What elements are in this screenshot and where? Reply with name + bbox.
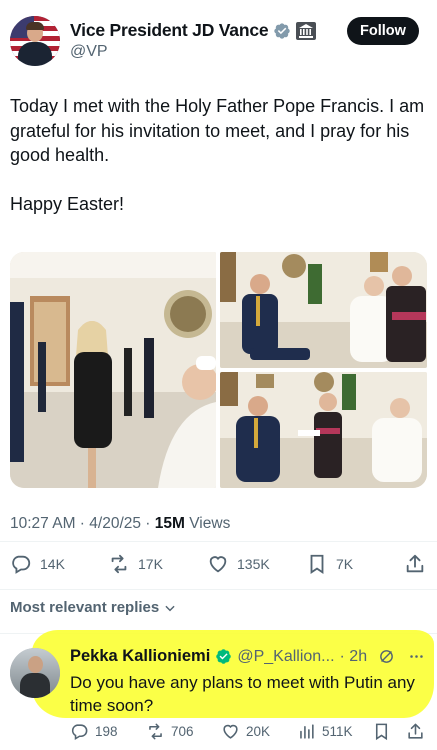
- replies-sort-dropdown[interactable]: Most relevant replies: [10, 599, 177, 616]
- verified-badge-icon[interactable]: [273, 22, 291, 40]
- reply-bookmark-button[interactable]: [372, 722, 391, 741]
- reply-icon: [71, 724, 88, 741]
- reply-views-count: 511K: [322, 724, 353, 739]
- bookmark-icon: [375, 723, 388, 741]
- post-views-count: 15M: [154, 515, 185, 532]
- share-icon: [406, 554, 424, 573]
- post-date[interactable]: 4/20/25: [89, 515, 141, 532]
- reply-repost-button[interactable]: 706: [146, 722, 194, 741]
- reply-icon: [12, 555, 31, 574]
- reply-time[interactable]: · 2h: [340, 648, 368, 666]
- follow-button[interactable]: Follow: [347, 17, 419, 45]
- post-actions: 14K 17K 135K 7K: [0, 553, 437, 577]
- share-icon: [408, 723, 423, 739]
- post-photo-3[interactable]: [220, 372, 427, 488]
- chevron-down-icon: [165, 605, 175, 611]
- divider-top: [0, 541, 437, 542]
- photo-2-scene: [220, 252, 427, 368]
- post-text: Today I met with the Holy Father Pope Fr…: [10, 96, 425, 214]
- repost-icon: [149, 723, 162, 740]
- reply-avatar-body: [20, 673, 50, 698]
- replies-sort-label: Most relevant replies: [10, 599, 160, 616]
- divider-mid: [0, 589, 437, 590]
- bookmark-button[interactable]: 7K: [306, 553, 353, 575]
- reply-text: Do you have any plans to meet with Putin…: [70, 673, 415, 715]
- avatar-suit: [18, 42, 52, 66]
- post-meta: 10:27 AM · 4/20/25 · 15M Views: [10, 515, 230, 533]
- reply-views-button[interactable]: 511K: [297, 722, 353, 741]
- like-icon: [209, 556, 227, 573]
- reply-button[interactable]: 14K: [10, 553, 65, 575]
- reply-like-count: 20K: [246, 724, 271, 739]
- author-name-row: Vice President JD Vance: [70, 20, 317, 41]
- reply-actions: 198 706 20K 511K: [0, 722, 437, 744]
- post-photo-2[interactable]: [220, 252, 427, 368]
- author-avatar[interactable]: [10, 16, 60, 66]
- repost-icon: [111, 554, 127, 574]
- reply-repost-count: 706: [171, 724, 194, 739]
- share-button[interactable]: [404, 553, 426, 575]
- reply-author-name[interactable]: Pekka Kallioniemi: [70, 647, 210, 666]
- like-icon: [223, 724, 238, 739]
- photo-1-scene: [10, 252, 216, 488]
- reply-share-button[interactable]: [406, 722, 425, 741]
- photo-3-scene: [220, 372, 427, 488]
- repost-button[interactable]: 17K: [108, 553, 163, 575]
- reply-reply-count: 198: [95, 724, 118, 739]
- repost-count: 17K: [138, 556, 163, 572]
- author-name[interactable]: Vice President JD Vance: [70, 20, 269, 41]
- post-photo-1[interactable]: [10, 252, 216, 488]
- reply-like-button[interactable]: 20K: [221, 722, 270, 741]
- post-time[interactable]: 10:27 AM: [10, 515, 76, 532]
- reply-header: Pekka Kallioniemi @P_Kallion... · 2h: [70, 647, 425, 666]
- verified-badge-icon[interactable]: [215, 648, 232, 665]
- avatar-hair: [26, 22, 44, 30]
- like-button[interactable]: 135K: [207, 553, 270, 575]
- bookmark-count: 7K: [336, 556, 354, 572]
- reply-author-handle[interactable]: @P_Kallion...: [237, 648, 334, 666]
- government-building-icon[interactable]: [296, 21, 317, 40]
- meta-separator-2: ·: [141, 515, 155, 532]
- grok-icon[interactable]: [378, 648, 395, 665]
- reply-reply-button[interactable]: 198: [70, 722, 118, 741]
- more-icon[interactable]: [408, 648, 425, 665]
- reply-avatar-face: [28, 656, 43, 673]
- reply-author-avatar[interactable]: [10, 648, 60, 698]
- meta-separator: ·: [75, 515, 90, 532]
- views-icon: [300, 724, 314, 739]
- post-views-label: Views: [189, 515, 231, 532]
- bookmark-icon: [310, 554, 324, 574]
- reply-count: 14K: [40, 556, 65, 572]
- like-count: 135K: [237, 556, 270, 572]
- author-handle[interactable]: @VP: [70, 43, 108, 61]
